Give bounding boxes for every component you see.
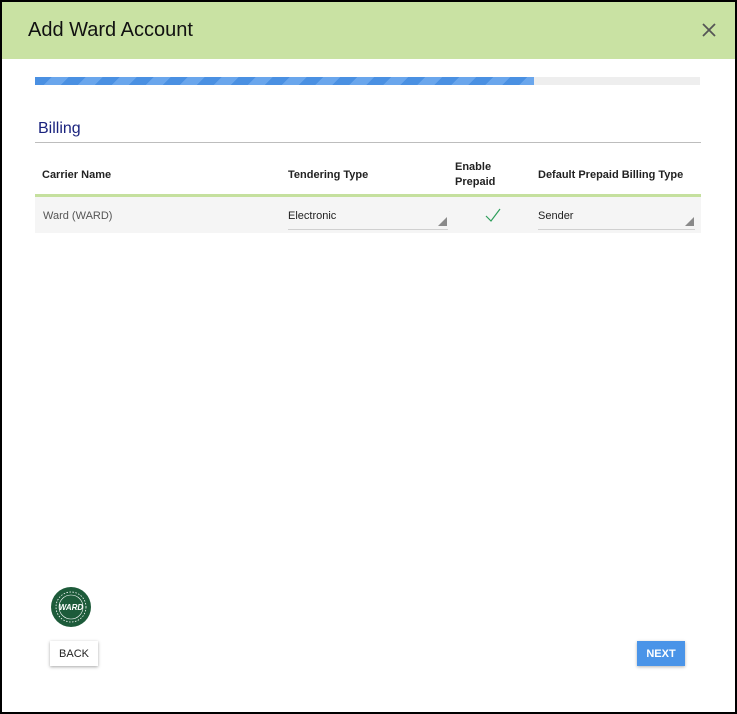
dropdown-arrow-icon xyxy=(685,213,694,226)
default-billing-type-select[interactable]: Sender xyxy=(538,205,695,230)
back-button[interactable]: BACK xyxy=(50,641,98,666)
add-account-dialog: Add Ward Account Billing Carrier Name Te… xyxy=(0,0,737,714)
enable-prepaid-checkbox[interactable] xyxy=(483,205,503,225)
checkmark-icon xyxy=(483,208,503,229)
close-icon[interactable] xyxy=(698,19,720,41)
ward-logo: WARD xyxy=(50,586,92,628)
header-enable-prepaid-line2: Prepaid xyxy=(455,176,496,188)
dialog-title: Add Ward Account xyxy=(28,19,193,41)
header-tendering-type: Tendering Type xyxy=(288,169,369,181)
table-row: Ward (WARD) Electronic Sender xyxy=(35,197,701,233)
header-enable-prepaid: Enable Prepaid xyxy=(455,160,495,190)
ward-logo-text: WARD xyxy=(59,603,84,612)
tendering-type-select[interactable]: Electronic xyxy=(288,205,448,230)
default-billing-type-value: Sender xyxy=(538,210,574,222)
header-default-prepaid-billing-type: Default Prepaid Billing Type xyxy=(538,169,684,181)
section-divider xyxy=(35,142,701,143)
carrier-name-cell: Ward (WARD) xyxy=(43,210,113,222)
dialog-header: Add Ward Account xyxy=(2,2,735,59)
header-enable-prepaid-line1: Enable xyxy=(455,161,492,173)
section-title: Billing xyxy=(38,120,81,137)
progress-fill xyxy=(35,77,534,85)
header-carrier-name: Carrier Name xyxy=(42,169,112,181)
dropdown-arrow-icon xyxy=(438,213,447,226)
next-button[interactable]: NEXT xyxy=(637,641,685,666)
progress-bar xyxy=(35,77,700,85)
tendering-type-value: Electronic xyxy=(288,210,337,222)
